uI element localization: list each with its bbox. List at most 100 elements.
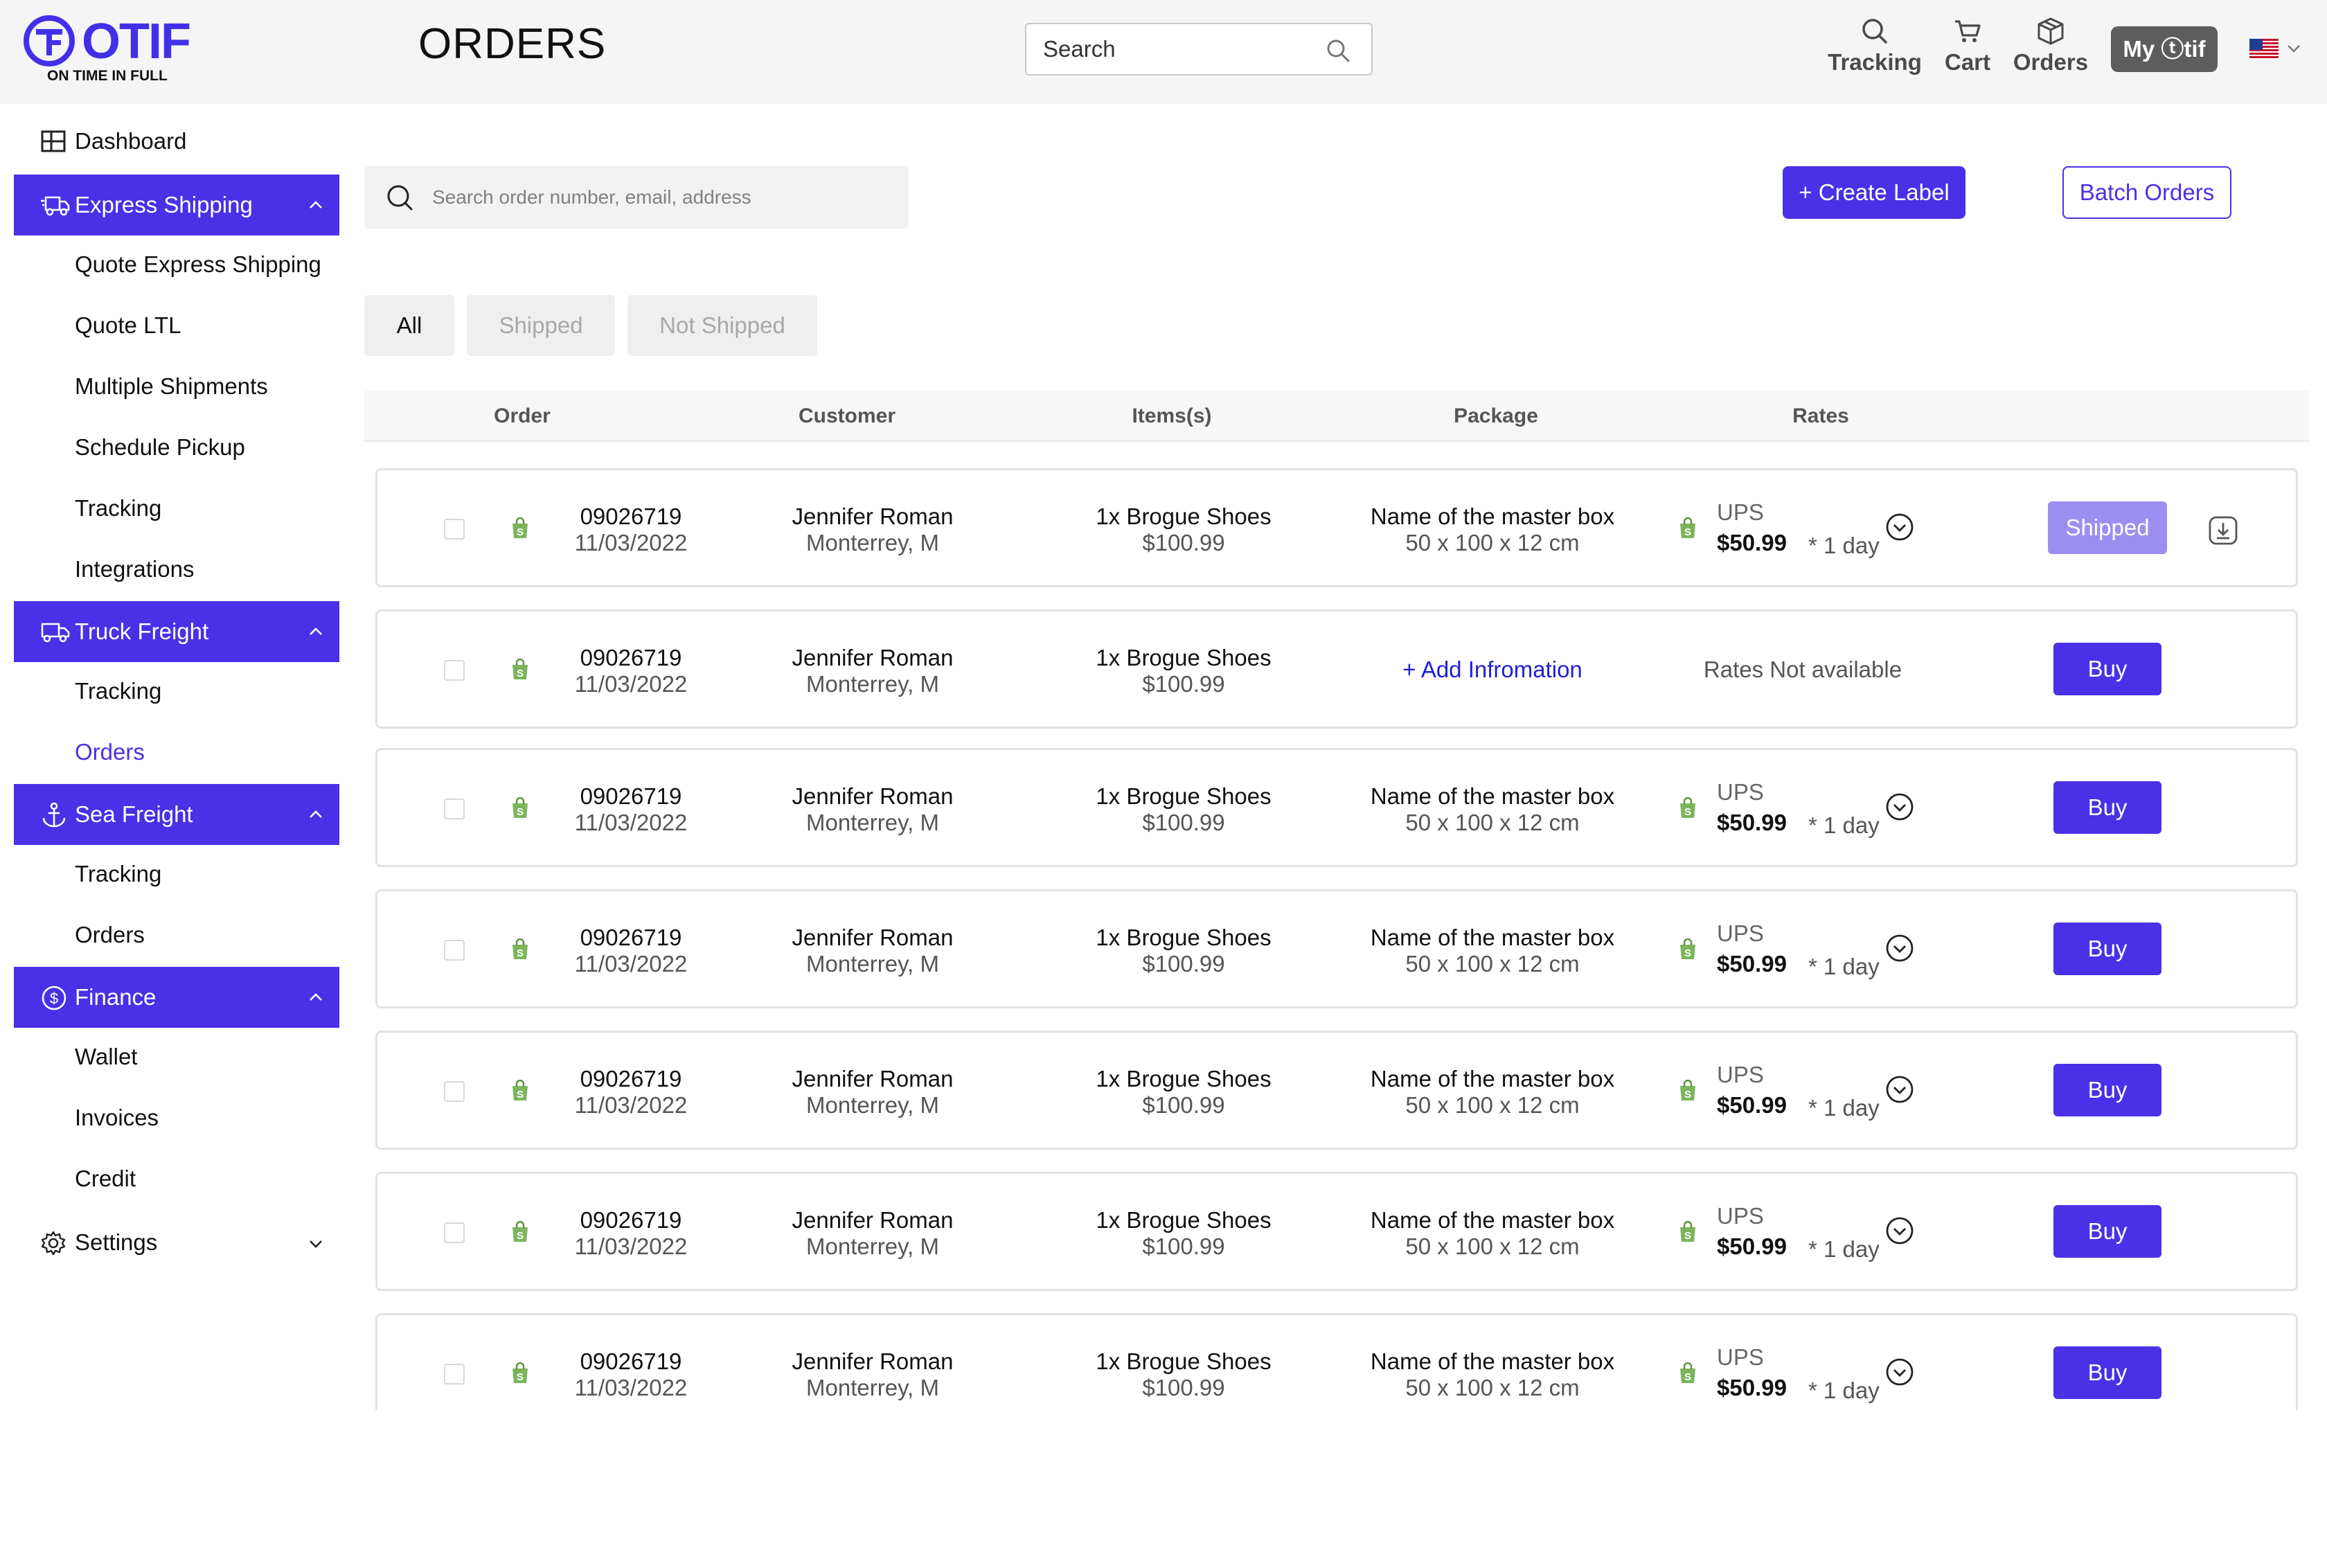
row-checkbox[interactable] [444,519,465,540]
row-checkbox[interactable] [444,940,465,961]
order-number: 09026719 [580,504,682,529]
sidebar-item-integrations[interactable]: Integrations [75,555,194,583]
sidebar-item-quote-ltl[interactable]: Quote LTL [75,312,181,339]
sidebar-group-express-shipping[interactable]: Express Shipping [14,175,339,235]
otif-logo[interactable]: OTIF ON TIME IN FULL [22,11,202,87]
shipped-button[interactable]: Shipped [2048,501,2167,554]
tab-all[interactable]: All [364,295,454,356]
row-checkbox[interactable] [444,1222,465,1243]
rate-options-chevron-icon[interactable] [1884,933,1915,963]
rate-options-chevron-icon[interactable] [1884,1074,1915,1105]
order-cell[interactable]: 09026719 11/03/2022 [575,504,688,556]
nav-tracking[interactable]: Tracking [1826,14,1924,83]
chevron-up-icon[interactable] [307,806,324,823]
sidebar-item-quote-express-shipping[interactable]: Quote Express Shipping [75,251,321,278]
svg-text:S: S [1684,1230,1691,1242]
order-cell[interactable]: 09026719 11/03/2022 [575,645,688,697]
order-cell[interactable]: 09026719 11/03/2022 [575,1066,688,1119]
rate-options-chevron-icon[interactable] [1884,792,1915,822]
row-checkbox[interactable] [444,799,465,819]
order-search[interactable] [364,166,909,229]
sidebar-item-settings[interactable]: Settings [14,1215,339,1270]
chevron-up-icon[interactable] [307,623,324,640]
order-cell[interactable]: 09026719 11/03/2022 [575,1207,688,1260]
items-cell: 1x Brogue Shoes $100.99 [1096,925,1271,977]
order-cell[interactable]: 09026719 11/03/2022 [575,1348,688,1401]
rate-options-chevron-icon[interactable] [1884,512,1915,542]
rate-options-chevron-icon[interactable] [1884,1357,1915,1387]
us-flag-icon[interactable] [2249,39,2279,60]
order-cell[interactable]: 09026719 11/03/2022 [575,783,688,836]
buy-button[interactable]: Buy [2053,1205,2161,1258]
svg-text:S: S [1684,1089,1691,1101]
add-information-link[interactable]: + Add Infromation [1402,656,1582,684]
order-cell[interactable]: 09026719 11/03/2022 [575,925,688,977]
rate-options-chevron-icon[interactable] [1884,1215,1915,1246]
buy-button[interactable]: Buy [2053,923,2161,975]
sidebar-item-schedule-pickup[interactable]: Schedule Pickup [75,434,245,461]
chevron-up-icon[interactable] [307,989,324,1006]
table-row[interactable]: S 09026719 11/03/2022 Jennifer Roman Monterr… [375,468,2298,587]
buy-button[interactable]: Buy [2053,1064,2161,1116]
row-checkbox[interactable] [444,1364,465,1384]
rate-eta: * 1 day [1808,1095,1880,1121]
sidebar-group-truck-freight[interactable]: Truck Freight [14,601,339,662]
package-dimensions: 50 x 100 x 12 cm [1405,1092,1580,1118]
tab-not-shipped[interactable]: Not Shipped [627,295,817,356]
global-search[interactable] [1025,23,1373,75]
batch-orders-button[interactable]: Batch Orders [2062,166,2231,219]
my-otif-button[interactable]: My ⓣtif [2111,26,2218,72]
sidebar-item-invoices[interactable]: Invoices [75,1104,159,1132]
row-checkbox[interactable] [444,660,465,681]
order-search-input[interactable] [432,166,889,229]
sidebar-group-sea-freight[interactable]: Sea Freight [14,784,339,845]
package-name: Name of the master box [1370,925,1615,950]
buy-button[interactable]: Buy [2053,781,2161,834]
table-row[interactable]: S 09026719 11/03/2022 Jennifer Roman Monterr… [375,889,2298,1008]
order-number: 09026719 [580,1066,682,1092]
package-name: Name of the master box [1370,783,1615,809]
sidebar-group-finance[interactable]: $ Finance [14,967,339,1028]
sidebar-item-express-tracking[interactable]: Tracking [75,495,161,522]
column-header-order[interactable]: Order [494,403,551,429]
item-price: $100.99 [1142,1092,1225,1118]
nav-cart[interactable]: Cart [1938,14,1997,83]
customer-cell: Jennifer Roman Monterrey, M [792,925,954,977]
sidebar-item-dashboard[interactable]: Dashboard [14,114,339,169]
buy-button[interactable]: Buy [2053,1346,2161,1399]
global-search-input[interactable] [1043,24,1306,74]
column-header-rates[interactable]: Rates [1792,403,1849,429]
nav-orders-label: Orders [2013,49,2089,75]
customer-name: Jennifer Roman [792,645,954,670]
row-checkbox[interactable] [444,1081,465,1102]
sidebar-item-sea-orders[interactable]: Orders [75,921,145,949]
tab-shipped[interactable]: Shipped [467,295,615,356]
svg-text:S: S [1684,806,1691,818]
sidebar-item-credit[interactable]: Credit [75,1165,136,1193]
sidebar-item-wallet[interactable]: Wallet [75,1043,137,1071]
create-label-button[interactable]: + Create Label [1783,166,1965,219]
search-icon[interactable] [1324,37,1352,64]
nav-orders[interactable]: Orders [2011,14,2090,83]
chevron-up-icon[interactable] [307,197,324,213]
download-icon[interactable] [2207,515,2239,546]
shopify-icon: S [1678,517,1697,540]
sidebar-item-sea-tracking[interactable]: Tracking [75,860,161,888]
table-row[interactable]: S 09026719 11/03/2022 Jennifer Roman Monterr… [375,609,2298,729]
sidebar-item-truck-tracking[interactable]: Tracking [75,677,161,705]
rate-price: $50.99 [1717,951,1787,977]
sidebar-item-multiple-shipments[interactable]: Multiple Shipments [75,373,268,400]
svg-text:S: S [517,1089,524,1101]
column-header-items[interactable]: Items(s) [1132,403,1211,429]
svg-text:S: S [1684,947,1691,959]
table-row[interactable]: S 09026719 11/03/2022 Jennifer Roman Monterr… [375,1172,2298,1291]
order-date: 11/03/2022 [574,810,688,835]
table-row[interactable]: S 09026719 11/03/2022 Jennifer Roman Monterr… [375,748,2298,867]
buy-button[interactable]: Buy [2053,643,2161,695]
chevron-down-icon[interactable] [2285,40,2302,57]
column-header-package[interactable]: Package [1454,403,1538,429]
chevron-down-icon[interactable] [307,1236,324,1252]
table-row[interactable]: S 09026719 11/03/2022 Jennifer Roman Monterr… [375,1031,2298,1150]
column-header-customer[interactable]: Customer [799,403,895,429]
sidebar-item-truck-orders[interactable]: Orders [75,738,145,766]
